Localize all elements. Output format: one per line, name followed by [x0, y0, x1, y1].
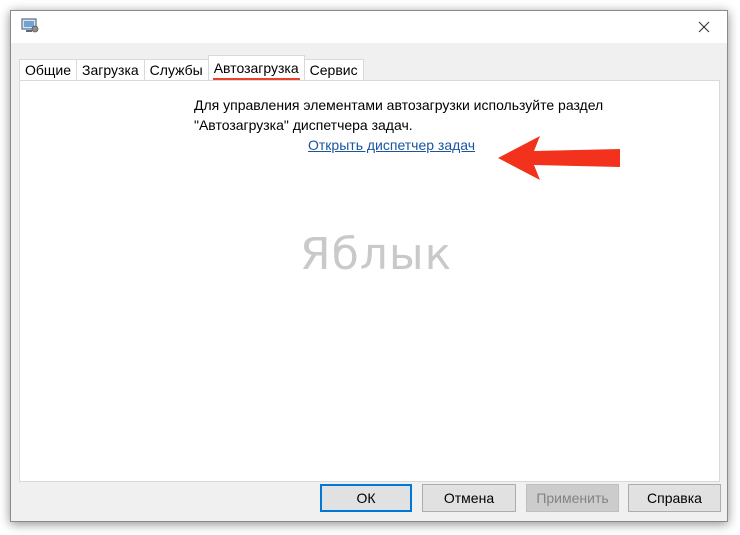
monitor-settings-icon — [21, 18, 39, 33]
cancel-button[interactable]: Отмена — [422, 484, 516, 512]
ok-button[interactable]: ОК — [320, 484, 412, 512]
title-bar[interactable] — [11, 11, 727, 43]
tab-tools[interactable]: Сервис — [303, 59, 364, 80]
startup-panel: Для управления элементами автозагрузки и… — [19, 80, 720, 482]
help-button[interactable]: Справка — [628, 484, 721, 512]
startup-info-text: Для управления элементами автозагрузки и… — [194, 95, 664, 135]
startup-info-line-1: Для управления элементами автозагрузки и… — [194, 97, 604, 113]
system-configuration-dialog: Общие Загрузка Службы Автозагрузка Серви… — [10, 10, 728, 522]
tab-services[interactable]: Службы — [143, 59, 209, 80]
tab-boot[interactable]: Загрузка — [76, 59, 145, 80]
open-task-manager-link[interactable]: Открыть диспетчер задач — [308, 137, 475, 153]
apply-button[interactable]: Применить — [526, 484, 619, 512]
tab-general[interactable]: Общие — [19, 59, 78, 80]
tab-startup[interactable]: Автозагрузка — [207, 55, 305, 80]
close-icon — [698, 21, 710, 33]
tab-startup-label: Автозагрузка — [213, 60, 299, 76]
active-tab-underline — [212, 78, 300, 80]
watermark-logo: Яблык — [300, 229, 453, 280]
red-arrow-icon — [498, 136, 620, 180]
close-button[interactable] — [681, 11, 727, 43]
startup-info-line-2: "Автозагрузка" диспетчера задач. — [194, 117, 413, 133]
tab-strip: Общие Загрузка Службы Автозагрузка Серви… — [19, 55, 364, 80]
